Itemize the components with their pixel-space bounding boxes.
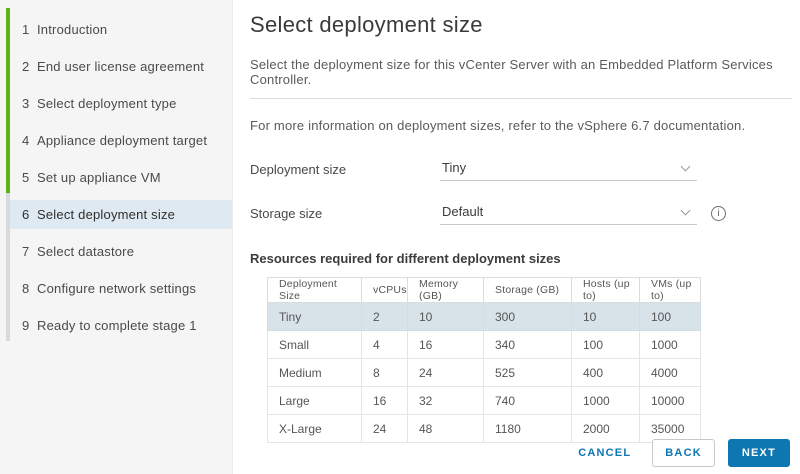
page-subtitle: Select the deployment size for this vCen… — [250, 57, 792, 87]
step-label: Set up appliance VM — [37, 170, 161, 185]
step-number: 3 — [22, 96, 37, 111]
page-title: Select deployment size — [250, 12, 792, 38]
step-number: 1 — [22, 22, 37, 37]
table-cell: 16 — [362, 387, 408, 415]
table-row-small: Small4163401001000 — [268, 331, 701, 359]
table-cell: 10 — [572, 303, 640, 331]
back-button[interactable]: BACK — [652, 439, 715, 467]
step-label: Configure network settings — [37, 281, 196, 296]
step-label: Introduction — [37, 22, 107, 37]
sidebar-item-end-user-license-agreement[interactable]: 2End user license agreement — [10, 48, 232, 85]
step-label: Ready to complete stage 1 — [37, 318, 197, 333]
table-cell: 48 — [408, 415, 484, 443]
step-number: 8 — [22, 281, 37, 296]
table-column-header: Storage (GB) — [484, 278, 572, 303]
storage-size-select[interactable]: Default — [440, 202, 697, 225]
table-column-header: Memory (GB) — [408, 278, 484, 303]
step-label: Select deployment size — [37, 207, 175, 222]
step-label: Appliance deployment target — [37, 133, 207, 148]
step-number: 9 — [22, 318, 37, 333]
table-cell: 100 — [640, 303, 701, 331]
storage-size-row: Storage size Default i — [250, 202, 792, 225]
table-cell: 100 — [572, 331, 640, 359]
storage-size-value: Default — [442, 204, 483, 219]
resources-table-wrap: Deployment SizevCPUsMemory (GB)Storage (… — [267, 277, 792, 443]
table-cell: 300 — [484, 303, 572, 331]
table-cell: Medium — [268, 359, 362, 387]
deployment-size-select[interactable]: Tiny — [440, 158, 697, 181]
table-cell: 10 — [408, 303, 484, 331]
info-icon[interactable]: i — [711, 206, 726, 221]
resources-table: Deployment SizevCPUsMemory (GB)Storage (… — [267, 277, 701, 443]
table-cell: Large — [268, 387, 362, 415]
table-cell: 24 — [408, 359, 484, 387]
table-row-large: Large1632740100010000 — [268, 387, 701, 415]
step-label: Select deployment type — [37, 96, 177, 111]
table-title: Resources required for different deploym… — [250, 251, 792, 266]
chevron-down-icon — [681, 206, 691, 216]
chevron-down-icon — [681, 162, 691, 172]
sidebar-item-appliance-deployment-target[interactable]: 4Appliance deployment target — [10, 122, 232, 159]
step-number: 6 — [22, 207, 37, 222]
table-cell: 8 — [362, 359, 408, 387]
wizard-sidebar: 1Introduction2End user license agreement… — [0, 0, 233, 474]
table-cell: 4000 — [640, 359, 701, 387]
table-column-header: Deployment Size — [268, 278, 362, 303]
table-body: Tiny21030010100Small4163401001000Medium8… — [268, 303, 701, 443]
cancel-button[interactable]: CANCEL — [574, 440, 635, 466]
table-row-tiny: Tiny21030010100 — [268, 303, 701, 331]
table-cell: 400 — [572, 359, 640, 387]
deployment-size-row: Deployment size Tiny — [250, 158, 792, 181]
table-header-row: Deployment SizevCPUsMemory (GB)Storage (… — [268, 278, 701, 303]
storage-size-label: Storage size — [250, 206, 440, 221]
info-text: For more information on deployment sizes… — [250, 118, 792, 133]
table-cell: 10000 — [640, 387, 701, 415]
sidebar-steps: 1Introduction2End user license agreement… — [10, 11, 232, 344]
next-button[interactable]: NEXT — [728, 439, 790, 467]
table-cell: 24 — [362, 415, 408, 443]
table-row-medium: Medium8245254004000 — [268, 359, 701, 387]
deployment-size-label: Deployment size — [250, 162, 440, 177]
table-column-header: VMs (up to) — [640, 278, 701, 303]
table-cell: X-Large — [268, 415, 362, 443]
table-cell: Tiny — [268, 303, 362, 331]
table-cell: 1000 — [572, 387, 640, 415]
table-cell: Small — [268, 331, 362, 359]
step-number: 4 — [22, 133, 37, 148]
sidebar-item-configure-network-settings[interactable]: 8Configure network settings — [10, 270, 232, 307]
main-content: Select deployment size Select the deploy… — [233, 0, 800, 474]
step-label: Select datastore — [37, 244, 134, 259]
footer-actions: CANCEL BACK NEXT — [574, 439, 790, 467]
sidebar-item-ready-to-complete-stage-1[interactable]: 9Ready to complete stage 1 — [10, 307, 232, 344]
table-cell: 4 — [362, 331, 408, 359]
table-cell: 1180 — [484, 415, 572, 443]
table-cell: 525 — [484, 359, 572, 387]
sidebar-item-select-datastore[interactable]: 7Select datastore — [10, 233, 232, 270]
deployment-size-value: Tiny — [442, 160, 466, 175]
table-column-header: Hosts (up to) — [572, 278, 640, 303]
table-cell: 340 — [484, 331, 572, 359]
table-cell: 16 — [408, 331, 484, 359]
table-cell: 32 — [408, 387, 484, 415]
header-divider — [250, 98, 792, 99]
sidebar-item-select-deployment-size[interactable]: 6Select deployment size — [10, 196, 232, 233]
step-label: End user license agreement — [37, 59, 204, 74]
step-number: 2 — [22, 59, 37, 74]
table-cell: 2 — [362, 303, 408, 331]
step-number: 5 — [22, 170, 37, 185]
sidebar-item-set-up-appliance-vm[interactable]: 5Set up appliance VM — [10, 159, 232, 196]
table-cell: 740 — [484, 387, 572, 415]
table-cell: 1000 — [640, 331, 701, 359]
table-column-header: vCPUs — [362, 278, 408, 303]
sidebar-item-select-deployment-type[interactable]: 3Select deployment type — [10, 85, 232, 122]
step-number: 7 — [22, 244, 37, 259]
sidebar-item-introduction[interactable]: 1Introduction — [10, 11, 232, 48]
